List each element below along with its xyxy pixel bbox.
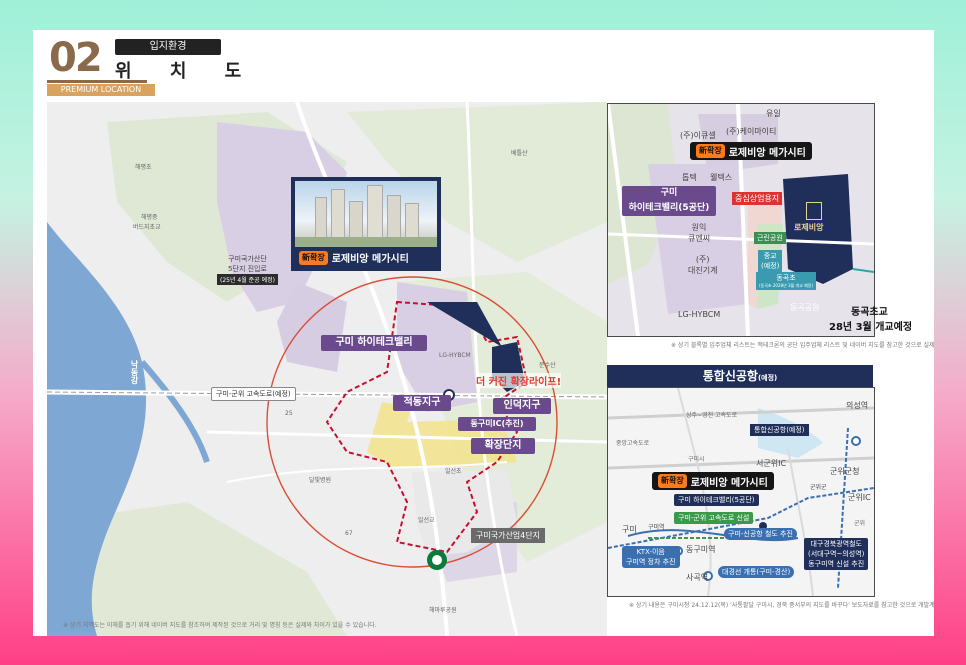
label-highway-chip: 구미-군위 고속도로 신설 (674, 512, 754, 524)
label-jungang-highway: 중앙고속도로 (616, 440, 650, 447)
label-highway: 구미-군위 고속도로(예정) (211, 387, 296, 401)
callout-school: 동곡초교 (851, 307, 888, 318)
label-complex5: 구미국가산단 5단지 진입로 (25년 4월 준공 예정) (217, 254, 278, 285)
inset-label-tongbak: 톱텍 (682, 173, 697, 182)
label-daegyeong-chip: 대경선 개통(구미-경산) (718, 566, 795, 578)
label-expansion: 확장단지 (471, 438, 535, 454)
inset-label-rosebiang: 로제비앙 (794, 223, 824, 232)
inset-label-commercial: 중심상업용지 (732, 192, 783, 205)
label-road25: 25 (285, 410, 293, 417)
label-ilseon: 일선초 (445, 468, 462, 475)
inset-label-park: 근린공원 (754, 232, 786, 244)
inset-top-title: 新확장 로제비앙 메가시티 (690, 142, 812, 160)
callout-school-date: 28년 3월 개교예정 (829, 322, 913, 333)
label-hitech-valley: 구미 하이테크밸리 (321, 335, 427, 351)
label-gumi-city: 구미시 (688, 456, 705, 463)
project-callout-title: 新확장 로제비앙 메가시티 (299, 250, 409, 265)
inset-bottom-title: 新확장 로제비앙 메가시티 (652, 472, 774, 490)
inset-label-hwaseong: 원익 큐엔씨 (688, 223, 711, 243)
label-indeok: 인덕지구 (493, 398, 551, 414)
main-map-note: ※ 상기 지역도는 이해를 돕기 위해 네이버 지도를 참조하여 제작된 것으로… (63, 622, 377, 629)
inset-airport-header: 통합신공항(예정) (607, 365, 873, 387)
label-uiseong: 의성역 (846, 401, 869, 410)
section-number: 02 (49, 35, 103, 81)
label-road67: 67 (345, 530, 353, 537)
label-gumi: 구미 (622, 525, 637, 534)
label-lifestyle: 더 커진 확장라이프! (476, 373, 562, 388)
project-rendering-image (295, 181, 437, 247)
label-gunwi-gov: 군위군청 (830, 467, 860, 476)
inset-airport-map: 통합신공항(예정) 新확장 로제비앙 메가시티 구미 하이테크밸리(5공단) 구… (607, 387, 875, 597)
label-airport: 통합신공항(예정) (750, 424, 809, 436)
label-dalbit: 달빛병원 (309, 477, 332, 484)
section-category: 입지환경 (115, 39, 221, 55)
label-bidsu: 버드지초교 (133, 224, 161, 231)
inset-bottom-note: ※ 상기 내용은 구미시청 24.12.12(목) '사통팔달 구미시, 경북 … (629, 602, 934, 609)
label-dong-gumi: 동구미역 (686, 545, 716, 554)
inset-label-dong-park: 동곡공원 (790, 303, 820, 312)
label-valley-chip: 구미 하이테크밸리(5공단) (674, 494, 759, 506)
inset-site-detail: 新확장 로제비앙 메가시티 구미 하이테크밸리(5공단) 유일 (주)이큐셀 (… (607, 103, 875, 337)
new-badge: 新확장 (299, 250, 328, 265)
inset-label-lg: LG-HYBCM (678, 310, 721, 319)
label-jeokdong: 적동지구 (393, 395, 451, 411)
label-ktx-chip: KTX-이음 구미역 정차 추진 (622, 546, 680, 568)
label-sagok: 사곡역 (686, 573, 709, 582)
label-seogunwi: 서군위IC (756, 459, 787, 468)
inset-label-yuil: 유일 (766, 109, 781, 118)
inset-site-map (608, 104, 874, 336)
inset-label-school-elem: 동곡초 (동곡초 2028년 3월 개교 예정) (756, 272, 817, 290)
inset-label-school-mid: 중교 (예정) (758, 250, 783, 272)
inset-label-icurel: (주)이큐셀 (680, 131, 716, 140)
label-gunwi-area: 군위 (854, 520, 866, 527)
label-mountain2: 문수산 (539, 362, 556, 369)
label-mountain1: 베틀산 (511, 150, 528, 157)
label-gumi-station: 구미역 (648, 524, 665, 531)
inset-label-daejin: (주) 대진기계 (688, 255, 718, 275)
label-haepyeong: 해평초 (135, 164, 152, 171)
label-river: 낙동강 (130, 360, 139, 384)
label-haepyeong-school: 해평중 (141, 214, 158, 221)
label-gunwi: 군위군 (810, 484, 827, 491)
project-photo-callout: 新확장 로제비앙 메가시티 (291, 177, 441, 271)
label-gunwi-ic: 군위IC (848, 493, 871, 502)
label-sangju-highway: 상주~영천 고속도로 (686, 412, 738, 419)
location-map-sheet: 02 입지환경 위 치 도 PREMIUM LOCATION 新확장 로제비앙 … (33, 30, 934, 636)
inset-top-note: ※ 상기 블록별 입주업체 리스트는 맥테크론의 공단 입주업체 리스트 및 네… (671, 342, 934, 349)
label-lg-hybcm: LG-HYBCM (439, 352, 471, 359)
label-industrial4: 구미국가산업4단지 (471, 528, 545, 543)
title-underline (47, 80, 147, 83)
label-dongguim-ic: 동구미IC(추진) (458, 417, 536, 431)
inset-label-keimaitee: (주)케이마이티 (726, 127, 777, 136)
premium-location-tag: PREMIUM LOCATION (47, 84, 155, 96)
inset-top-valley: 구미 하이테크밸리(5공단) (622, 186, 716, 216)
label-rail-chip: 구미-신공항 철도 추진 (724, 528, 797, 540)
rosebiang-emblem-icon (806, 202, 822, 220)
inset-label-wontex: 웰텍스 (710, 173, 733, 182)
label-daegu-line-chip: 대구경북광역철도 (서대구역~의성역) 동구미역 신설 추진 (804, 538, 869, 570)
label-ilseon2: 일선교 (418, 517, 435, 524)
label-park: 해마루공원 (429, 607, 457, 614)
